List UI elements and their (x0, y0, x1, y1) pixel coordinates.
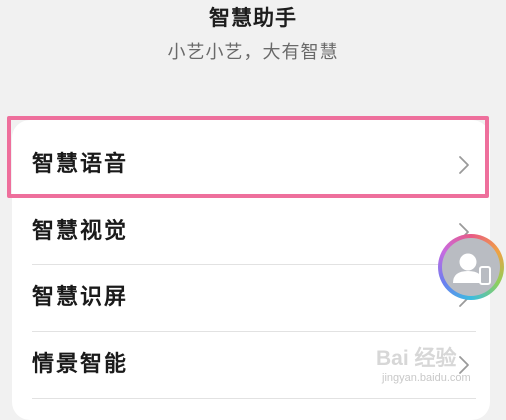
menu-item-label: 智慧识屏 (32, 285, 129, 310)
chevron-right-icon (459, 356, 469, 374)
menu-item-label: 智慧视觉 (32, 219, 129, 244)
menu-item-smart-voice[interactable]: 智慧语音 (12, 132, 490, 198)
page-title: 智慧助手 (209, 6, 297, 30)
avatar-phone-icon (453, 253, 491, 285)
menu-item-smart-screen-recognition[interactable]: 智慧识屏 (12, 265, 490, 331)
menu-item-label: 情景智能 (32, 352, 129, 377)
page-subtitle: 小艺小艺，大有智慧 (167, 42, 339, 63)
menu-item-smart-vision[interactable]: 智慧视觉 (12, 199, 490, 265)
floating-assistant-button[interactable] (438, 234, 504, 300)
floating-assistant-inner (442, 238, 500, 296)
divider (32, 398, 476, 399)
chevron-right-icon (459, 156, 469, 174)
menu-item-scenario-intelligence[interactable]: 情景智能 (12, 332, 490, 398)
header: 智慧助手 小艺小艺，大有智慧 (0, 0, 506, 110)
menu-item-label: 智慧语音 (32, 152, 129, 177)
